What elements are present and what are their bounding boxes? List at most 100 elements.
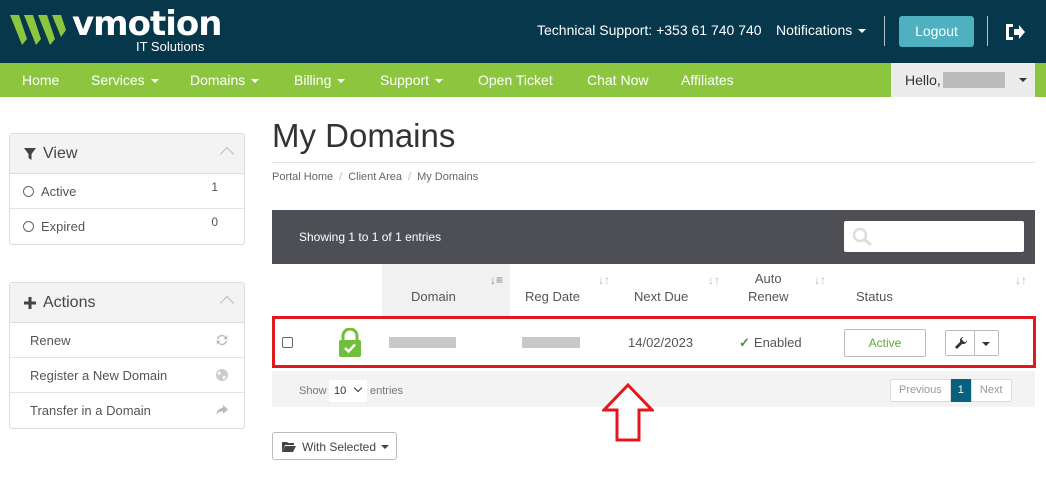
logo-wordmark: vmotion — [72, 4, 222, 44]
caret-down-icon — [251, 79, 260, 84]
column-label: Status — [856, 289, 893, 304]
hello-label: Hello, — [905, 72, 941, 88]
view-panel-header[interactable]: View — [10, 134, 244, 174]
nav-billing-label: Billing — [294, 72, 332, 88]
sort-icon: ↓↑ — [1015, 273, 1027, 287]
with-selected-label: With Selected — [302, 440, 377, 454]
radio-icon — [23, 186, 34, 197]
sort-icon: ↓↑ — [708, 273, 720, 287]
chevron-up-icon[interactable] — [219, 146, 235, 162]
chevron-down-icon — [353, 383, 363, 393]
caret-down-icon — [435, 79, 444, 84]
filter-icon — [24, 148, 36, 160]
action-renew[interactable]: Renew — [10, 323, 244, 358]
pagination-page[interactable]: 1 — [950, 379, 971, 402]
caret-down-icon — [858, 29, 867, 34]
notifications-label: Notifications — [776, 22, 853, 38]
sort-desc-icon: ↓≡ — [490, 273, 504, 287]
breadcrumb-current: My Domains — [417, 171, 479, 183]
column-next-due[interactable]: ↓↑ Next Due — [622, 264, 732, 316]
nav-open-ticket[interactable]: Open Ticket — [478, 72, 553, 88]
filter-count: 1 — [211, 180, 218, 194]
share-icon — [216, 405, 228, 415]
nav-home[interactable]: Home — [22, 72, 59, 88]
column-label-line: Renew — [748, 289, 789, 304]
chevron-up-icon[interactable] — [219, 295, 235, 311]
refresh-icon — [216, 334, 228, 346]
action-label: Register a New Domain — [30, 368, 168, 383]
page-length-select[interactable]: 10 — [329, 380, 367, 402]
filter-label: Expired — [41, 219, 86, 234]
header-divider — [987, 16, 988, 46]
page-title: My Domains — [272, 117, 456, 154]
nav-chat-now[interactable]: Chat Now — [587, 72, 648, 88]
caret-down-icon — [381, 445, 389, 449]
filter-active[interactable]: Active 1 — [10, 174, 244, 209]
column-domain[interactable]: ↓≡ Domain — [382, 264, 510, 316]
title-divider — [272, 162, 1035, 163]
sign-out-icon[interactable] — [1004, 22, 1026, 42]
nav-support-label: Support — [380, 72, 430, 88]
column-label-line: Auto — [754, 271, 782, 286]
column-label: Next Due — [634, 289, 689, 304]
filter-expired[interactable]: Expired 0 — [10, 209, 244, 244]
with-selected-button[interactable]: With Selected — [272, 432, 397, 460]
column-reg-date[interactable]: ↓↑ Reg Date — [512, 264, 622, 316]
plus-icon — [24, 297, 36, 309]
column-label: Domain — [411, 289, 456, 304]
table-toolbar: Showing 1 to 1 of 1 entries — [272, 210, 1035, 264]
folder-open-icon — [282, 442, 296, 452]
notifications-dropdown[interactable]: Notifications — [776, 22, 867, 38]
breadcrumb-portal-home[interactable]: Portal Home — [272, 171, 333, 183]
nav-domains[interactable]: Domains — [190, 72, 260, 88]
breadcrumb: Portal Home / Client Area / My Domains — [272, 171, 479, 183]
nav-services-label: Services — [91, 72, 145, 88]
page-length-value: 10 — [334, 385, 347, 397]
breadcrumb-client-area[interactable]: Client Area — [348, 171, 402, 183]
radio-icon — [23, 221, 34, 232]
nav-support[interactable]: Support — [380, 72, 444, 88]
logo-mark-icon — [10, 15, 66, 45]
main-nav: Home Services Domains Billing Support Op… — [0, 63, 1046, 97]
column-auto-renew[interactable]: ↓↑ Auto Renew — [732, 264, 837, 316]
action-register-domain[interactable]: Register a New Domain — [10, 358, 244, 393]
nav-services[interactable]: Services — [91, 72, 159, 88]
show-label: Show — [299, 385, 327, 397]
sort-icon: ↓↑ — [598, 273, 610, 287]
actions-panel: Actions Renew Register a New Domain Tran… — [9, 282, 245, 429]
view-panel: View Active 1 Expired 0 — [9, 133, 245, 245]
nav-domains-label: Domains — [190, 72, 246, 88]
column-label: Reg Date — [525, 289, 580, 304]
filter-label: Active — [41, 184, 77, 199]
header-divider — [884, 16, 885, 46]
pagination-next[interactable]: Next — [970, 379, 1012, 402]
table-header: ↓≡ Domain ↓↑ Reg Date ↓↑ Next Due ↓↑ Aut… — [272, 264, 1035, 316]
technical-support-phone[interactable]: Technical Support: +353 61 740 740 — [537, 22, 762, 38]
view-panel-title: View — [43, 145, 78, 162]
nav-billing[interactable]: Billing — [294, 72, 346, 88]
actions-panel-header[interactable]: Actions — [10, 283, 244, 323]
globe-icon — [216, 369, 228, 381]
table-search-input[interactable] — [844, 221, 1024, 252]
highlight-box — [272, 316, 1036, 368]
nav-affiliates[interactable]: Affiliates — [681, 72, 734, 88]
entries-label: entries — [370, 385, 404, 397]
caret-down-icon — [150, 79, 159, 84]
vmotion-logo[interactable]: vmotion IT Solutions — [10, 4, 222, 58]
caret-down-icon — [337, 79, 346, 84]
search-icon — [852, 227, 872, 247]
up-arrow-annotation-icon — [602, 383, 654, 442]
column-label: Auto Renew — [748, 270, 788, 306]
caret-down-icon — [1019, 78, 1027, 82]
account-menu[interactable]: Hello, — [891, 63, 1035, 97]
action-transfer-domain[interactable]: Transfer in a Domain — [10, 393, 244, 428]
logout-button[interactable]: Logout — [899, 16, 974, 47]
filter-count: 0 — [211, 215, 218, 229]
pagination-previous[interactable]: Previous — [890, 379, 951, 402]
sort-icon: ↓↑ — [814, 273, 826, 287]
redacted-username — [943, 72, 1005, 88]
actions-panel-title: Actions — [43, 294, 96, 311]
column-status[interactable]: ↓↑ Status — [837, 264, 1035, 316]
top-header: vmotion IT Solutions Technical Support: … — [0, 0, 1046, 63]
pagination: Previous 1 Next — [890, 379, 1012, 402]
